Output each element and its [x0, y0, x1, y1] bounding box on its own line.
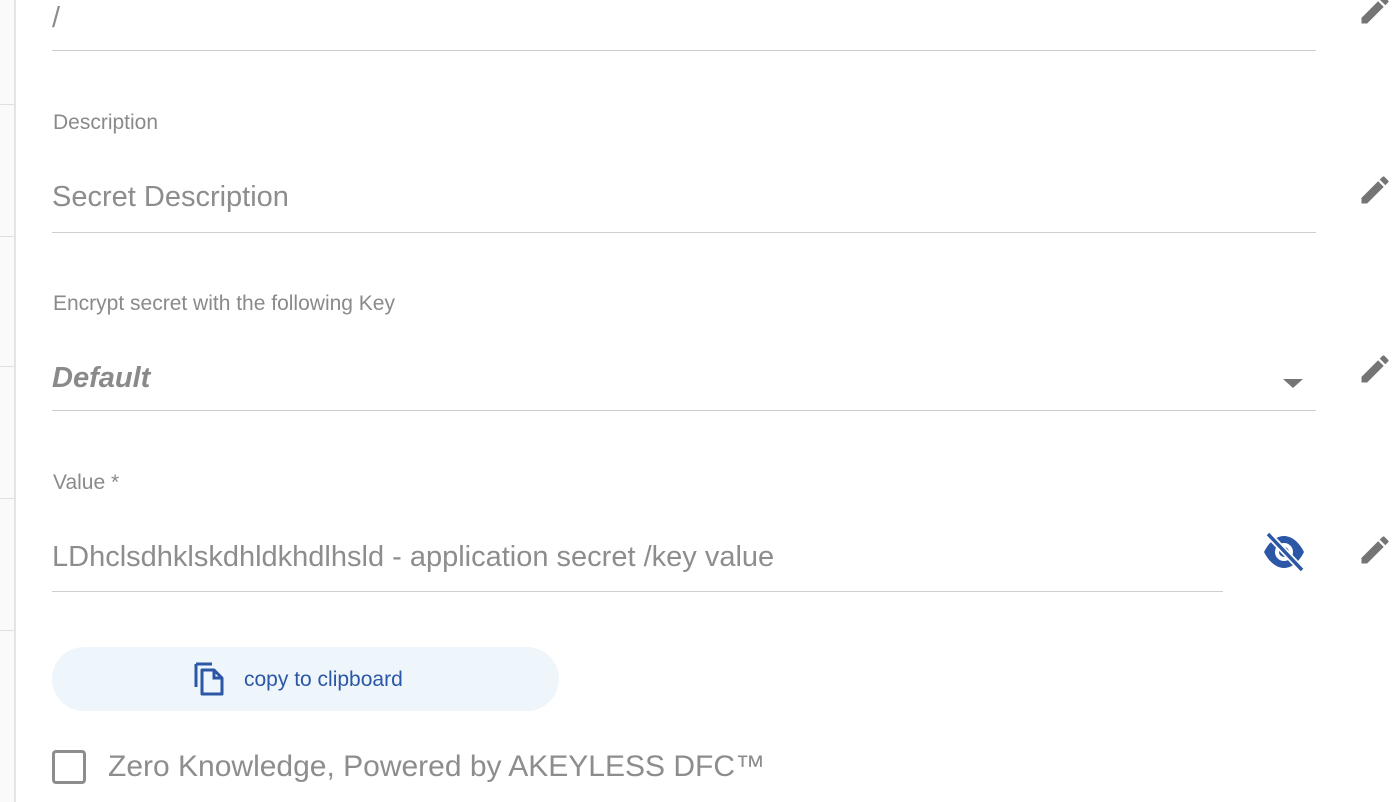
- copy-icon: [194, 662, 224, 696]
- pencil-icon: [1361, 0, 1389, 24]
- sidebar-divider: [0, 236, 14, 237]
- description-label: Description: [53, 111, 159, 134]
- edit-encryption-key-button[interactable]: [1357, 351, 1393, 387]
- sidebar-divider: [0, 104, 14, 105]
- zero-knowledge-label[interactable]: Zero Knowledge, Powered by AKEYLESS DFC™: [108, 750, 765, 784]
- left-sidebar-edge: [0, 0, 16, 802]
- path-underline: [52, 50, 1316, 51]
- encryption-key-selected[interactable]: Default: [52, 364, 150, 393]
- secret-value[interactable]: LDhclsdhklskdhldkhdlhsld - application s…: [52, 543, 774, 572]
- pencil-icon: [1361, 176, 1389, 204]
- description-underline: [52, 232, 1316, 233]
- encryption-key-underline: [52, 410, 1316, 411]
- sidebar-divider: [0, 366, 14, 367]
- value-label: Value *: [53, 471, 120, 494]
- sidebar-divider: [0, 630, 14, 631]
- path-value[interactable]: /: [52, 4, 60, 33]
- copy-to-clipboard-button[interactable]: copy to clipboard: [52, 647, 559, 711]
- edit-description-button[interactable]: [1357, 172, 1393, 208]
- pencil-icon: [1361, 355, 1389, 383]
- encryption-key-label: Encrypt secret with the following Key: [53, 292, 395, 315]
- edit-path-button[interactable]: [1357, 0, 1393, 28]
- description-placeholder[interactable]: Secret Description: [52, 183, 289, 212]
- eye-off-icon: [1264, 531, 1305, 573]
- sidebar-divider: [0, 498, 14, 499]
- pencil-icon: [1361, 536, 1389, 564]
- value-underline: [52, 591, 1223, 592]
- toggle-visibility-button[interactable]: [1260, 530, 1308, 574]
- caret-down-icon[interactable]: [1280, 376, 1306, 390]
- zero-knowledge-checkbox[interactable]: [52, 750, 86, 784]
- copy-to-clipboard-label: copy to clipboard: [244, 668, 403, 691]
- edit-value-button[interactable]: [1357, 532, 1393, 568]
